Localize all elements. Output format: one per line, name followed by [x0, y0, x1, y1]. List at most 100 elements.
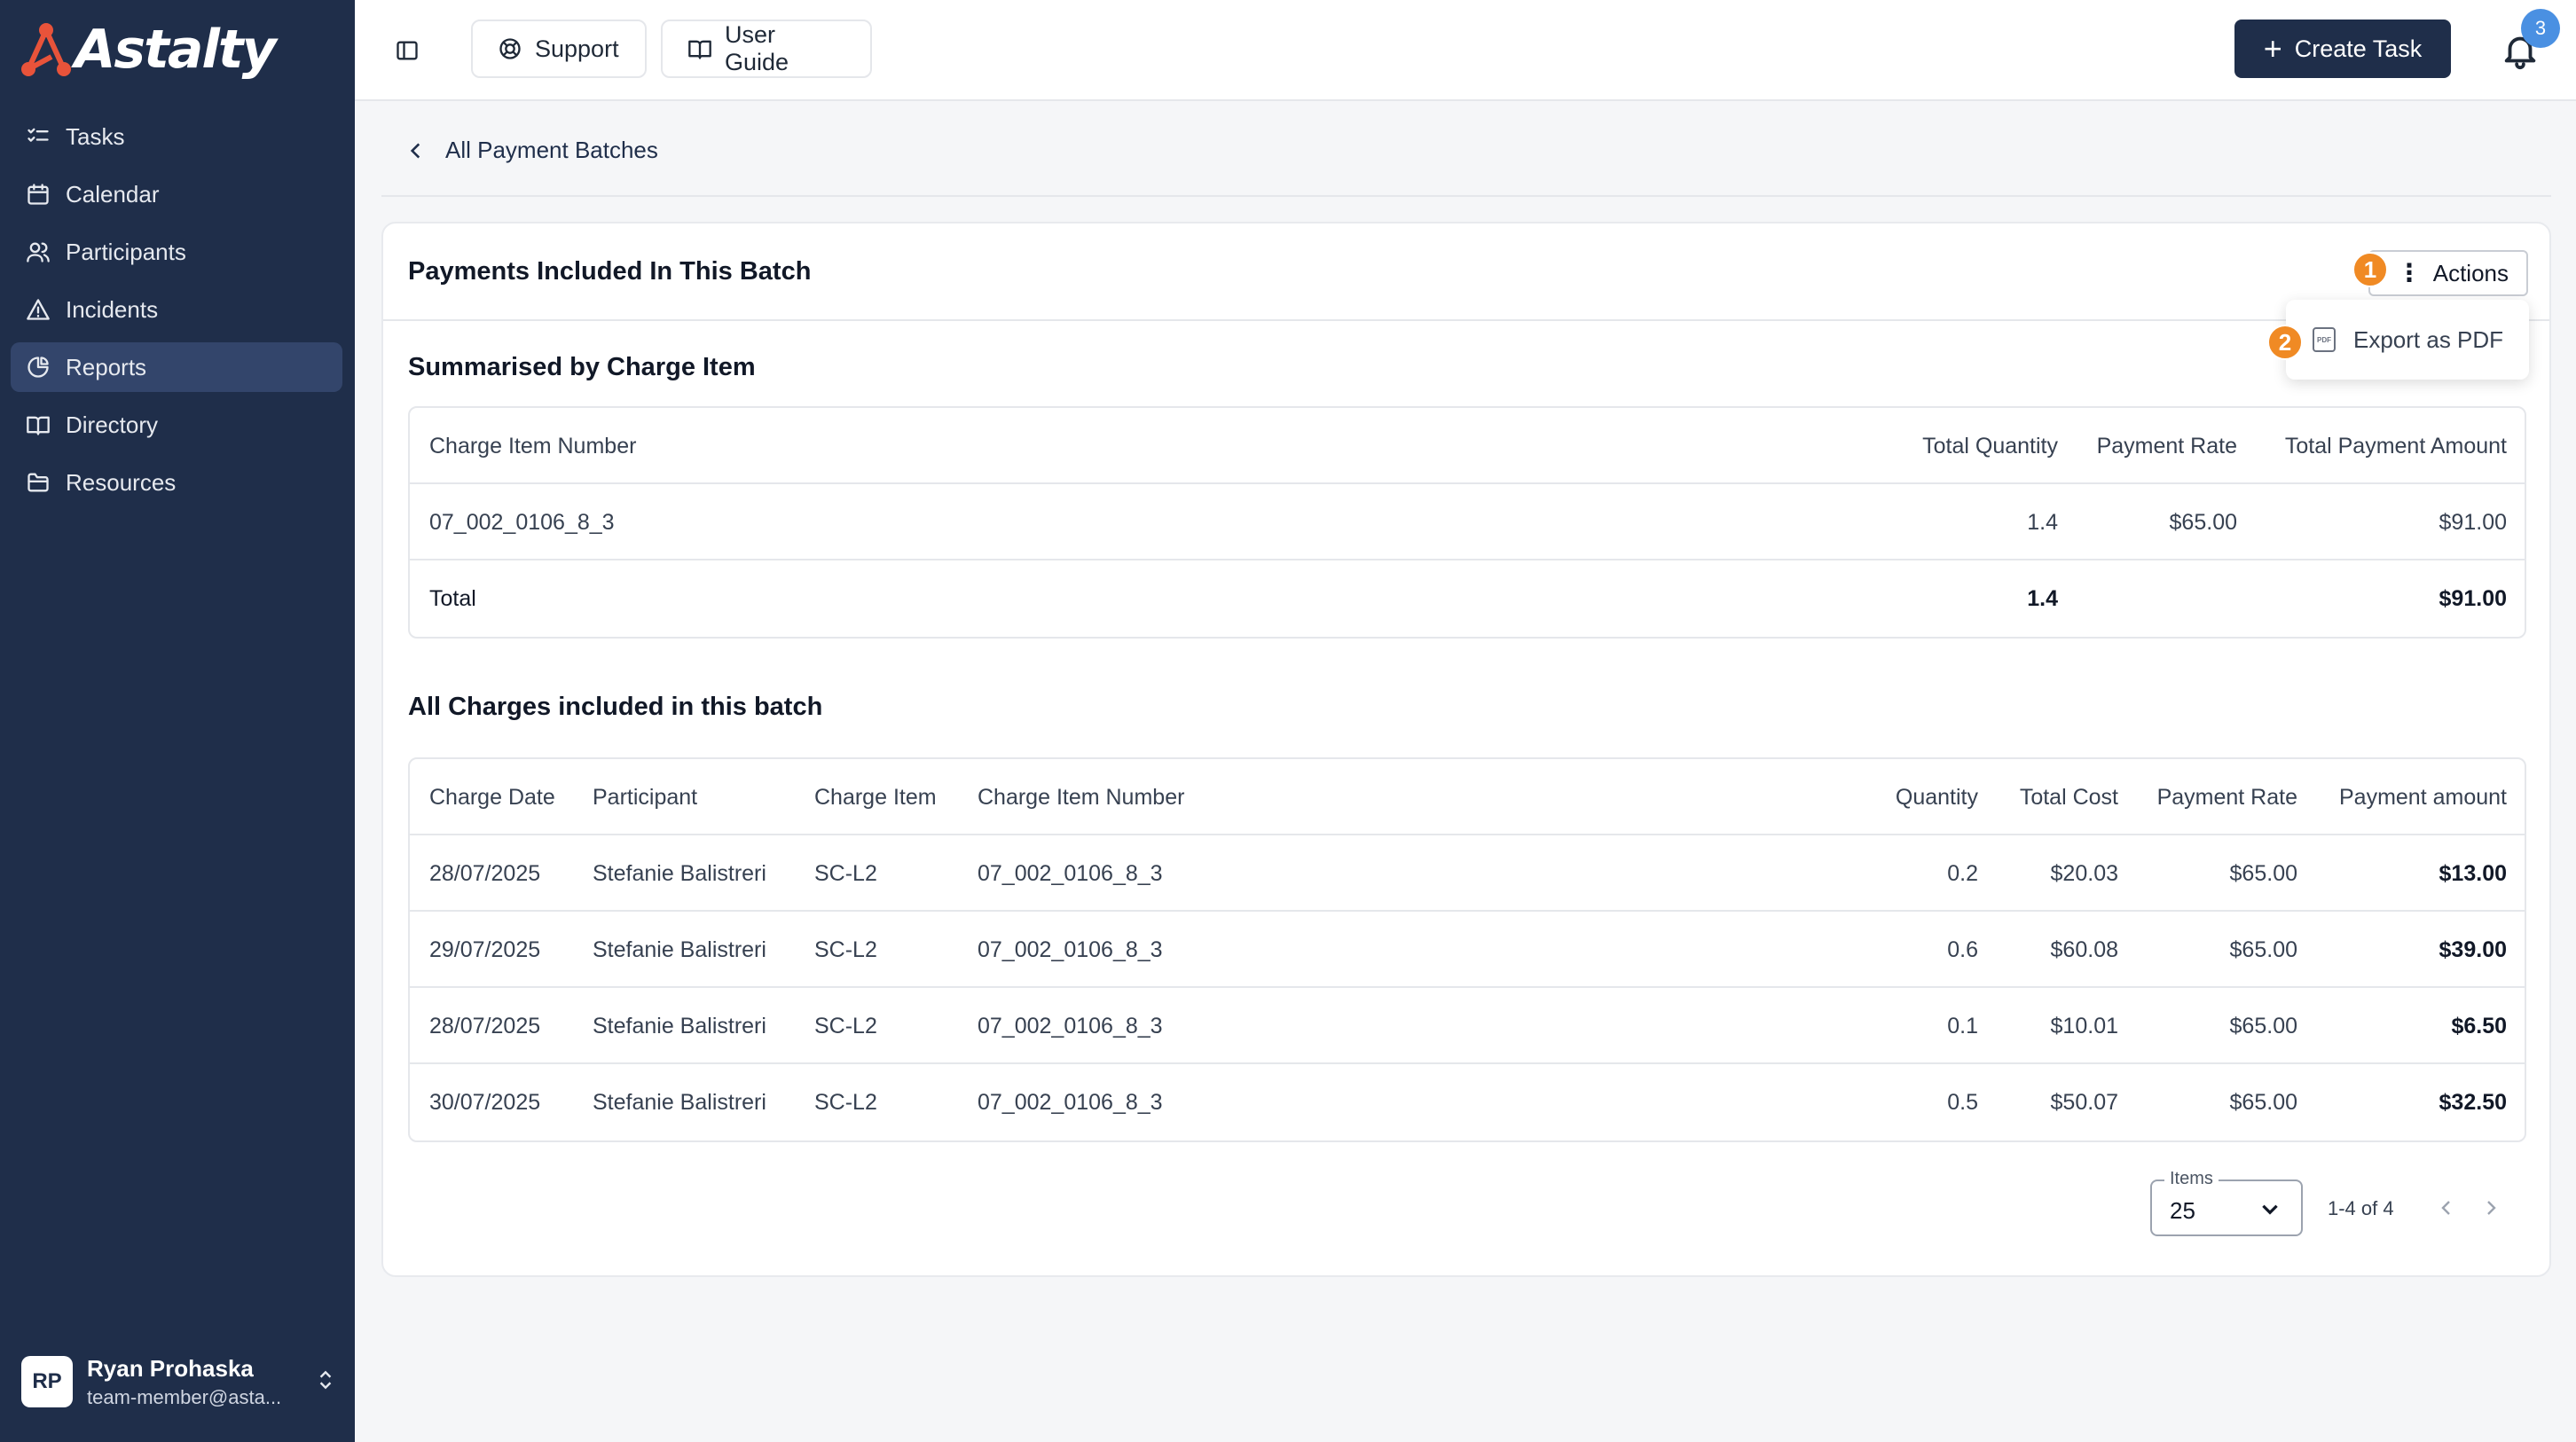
user-guide-button[interactable]: User Guide [661, 20, 872, 78]
lifebuoy-icon [498, 36, 522, 61]
charge-item-number: 07_002_0106_8_3 [978, 937, 1163, 962]
payment-rate: $65.00 [2229, 1089, 2297, 1115]
charge-date: 30/07/2025 [429, 1089, 541, 1115]
users-icon [25, 239, 51, 265]
quantity: 0.2 [1947, 860, 1978, 886]
book-icon [687, 36, 712, 61]
sidebar-item-label: Reports [66, 353, 147, 380]
charge-item-number: 07_002_0106_8_3 [978, 1013, 1163, 1038]
payment-amount: $39.00 [2439, 937, 2507, 962]
charge-item-number: 07_002_0106_8_3 [978, 860, 1163, 886]
sidebar-item-participants[interactable]: Participants [11, 227, 342, 277]
user-menu[interactable]: RP Ryan Prohaska team-member@asta... [21, 1339, 337, 1424]
sidebar-item-incidents[interactable]: Incidents [11, 285, 342, 334]
sidebar-item-reports[interactable]: Reports [11, 342, 342, 392]
payment-amount: $32.50 [2439, 1089, 2507, 1115]
charge-date: 28/07/2025 [429, 1013, 541, 1038]
sidebar-item-calendar[interactable]: Calendar [11, 169, 342, 219]
topbar: Support User Guide + Create Task 3 [355, 0, 2576, 101]
step-marker-1: 1 [2352, 252, 2388, 287]
support-button[interactable]: Support [471, 20, 647, 78]
next-page-button[interactable] [2480, 1197, 2503, 1220]
column-header: Total Payment Amount [2284, 433, 2507, 458]
chevron-left-icon [2441, 1201, 2450, 1215]
panel-left-icon [397, 41, 418, 60]
pie-chart-icon [25, 354, 51, 380]
actions-label: Actions [2432, 259, 2509, 286]
notifications-button[interactable]: 3 [2500, 9, 2560, 74]
table-header-row: Charge Date Participant Charge Item Char… [410, 759, 2525, 835]
total-cost: $20.03 [2050, 860, 2118, 886]
column-header: Total Cost [2019, 784, 2118, 810]
pagination: Items 25 1-4 of 4 [383, 1169, 2549, 1250]
sidebar-item-label: Tasks [66, 122, 125, 150]
column-header: Participant [593, 784, 698, 810]
support-label: Support [535, 35, 619, 62]
warning-icon [25, 296, 51, 323]
page-range: 1-4 of 4 [2328, 1197, 2394, 1219]
table-row: 28/07/2025 Stefanie Balistreri SC-L2 07_… [410, 835, 2525, 912]
sidebar-item-label: Directory [66, 411, 159, 438]
list-check-icon [25, 123, 51, 150]
sidebar-nav: Tasks Calendar Participants Incidents Re… [11, 112, 342, 515]
sidebar: Astalty Tasks Calendar Participants Inci… [0, 0, 355, 1442]
payment-amount: $6.50 [2451, 1013, 2507, 1038]
column-header: Charge Item Number [978, 784, 1185, 810]
total-label: Total [429, 585, 476, 611]
column-header: Payment Rate [2156, 784, 2297, 810]
column-header: Charge Date [429, 784, 555, 810]
payment-rate: $65.00 [2229, 937, 2297, 962]
astalty-logo[interactable]: Astalty [21, 16, 277, 83]
total-quantity: 1.4 [2027, 585, 2058, 611]
create-task-button[interactable]: + Create Task [2234, 20, 2451, 78]
quantity: 0.6 [1947, 937, 1978, 962]
table-header-row: Charge Item Number Total Quantity Paymen… [410, 408, 2525, 484]
sidebar-item-directory[interactable]: Directory [11, 400, 342, 450]
column-header: Payment amount [2339, 784, 2507, 810]
participant: Stefanie Balistreri [593, 1089, 766, 1115]
charge-item: SC-L2 [814, 860, 877, 886]
table-total-row: Total 1.4 $91.00 [410, 560, 2525, 637]
participant: Stefanie Balistreri [593, 937, 766, 962]
charge-date: 29/07/2025 [429, 937, 541, 962]
sidebar-item-tasks[interactable]: Tasks [11, 112, 342, 161]
payment-rate: $65.00 [2229, 1013, 2297, 1038]
export-pdf-label: Export as PDF [2353, 325, 2504, 353]
breadcrumb-label: All Payment Batches [445, 137, 658, 163]
card-header: Payments Included In This Batch ⋮ Action… [383, 223, 2549, 321]
items-label: Items [2164, 1169, 2219, 1189]
actions-button[interactable]: ⋮ Actions [2368, 250, 2528, 296]
column-header: Charge Item [814, 784, 937, 810]
chevron-left-icon [410, 142, 420, 159]
total-cost: $10.01 [2050, 1013, 2118, 1038]
charge-item: SC-L2 [814, 1013, 877, 1038]
charge-item-number: 07_002_0106_8_3 [978, 1089, 1163, 1115]
total-payment-amount: $91.00 [2439, 585, 2507, 611]
card-title: Payments Included In This Batch [408, 257, 812, 286]
actions-dropdown-menu: PDF Export as PDF [2286, 300, 2529, 380]
participant: Stefanie Balistreri [593, 1013, 766, 1038]
breadcrumb-back-link[interactable]: All Payment Batches [404, 137, 658, 164]
charge-item: SC-L2 [814, 1089, 877, 1115]
logo-text: Astalty [75, 19, 277, 81]
export-pdf-menu-item[interactable]: PDF Export as PDF [2313, 326, 2503, 354]
chevron-right-icon [2487, 1201, 2496, 1215]
charges-table: Charge Date Participant Charge Item Char… [408, 757, 2526, 1142]
table-row: 28/07/2025 Stefanie Balistreri SC-L2 07_… [410, 988, 2525, 1064]
chevrons-up-down-icon[interactable] [314, 1368, 337, 1396]
avatar: RP [21, 1356, 73, 1407]
total-payment-amount: $91.00 [2439, 509, 2507, 535]
sidebar-toggle-button[interactable] [389, 32, 426, 69]
book-open-icon [25, 411, 51, 438]
payment-rate: $65.00 [2229, 860, 2297, 886]
sidebar-item-resources[interactable]: Resources [11, 458, 342, 507]
sidebar-item-label: Calendar [66, 180, 160, 208]
items-per-page-select[interactable]: Items 25 [2150, 1169, 2303, 1236]
summary-title: Summarised by Charge Item [408, 353, 756, 381]
table-row: 07_002_0106_8_3 1.4 $65.00 $91.00 [410, 484, 2525, 560]
logo-mark-icon [21, 23, 71, 76]
user-email: team-member@asta... [87, 1385, 282, 1408]
prev-page-button[interactable] [2436, 1197, 2459, 1220]
quantity: 0.1 [1947, 1013, 1978, 1038]
folder-icon [25, 469, 51, 496]
